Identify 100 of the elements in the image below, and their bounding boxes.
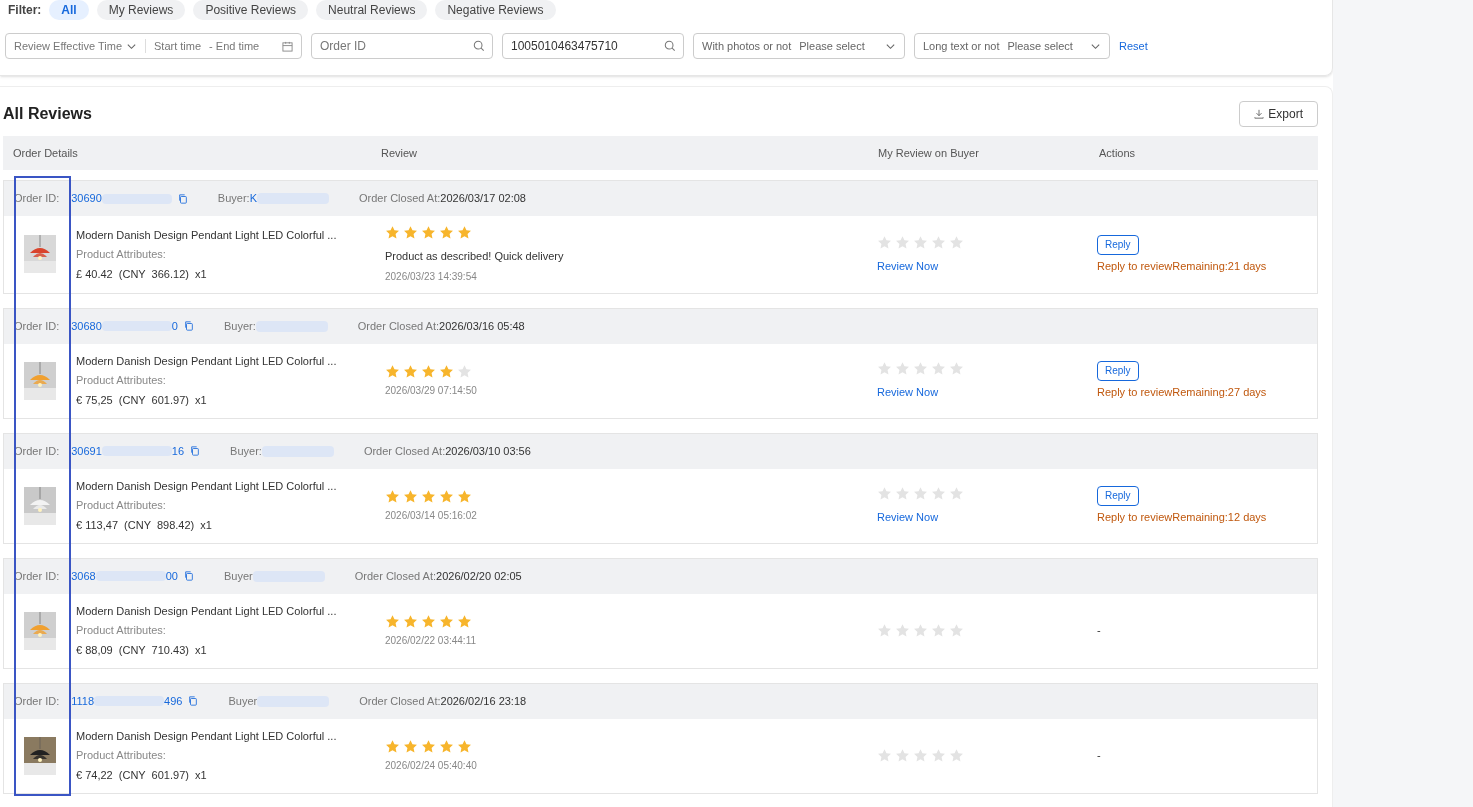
star-icon [877, 623, 892, 638]
closed-label: Order Closed At: [358, 192, 441, 205]
review-time: 2026/03/29 07:14:50 [385, 383, 478, 398]
star-icon [457, 225, 472, 240]
review-time: 2026/02/24 05:40:40 [385, 758, 478, 773]
star-icon [913, 234, 928, 250]
search-icon [473, 40, 485, 52]
order-id[interactable]: 30680 [71, 317, 102, 335]
section-title: All Reviews [3, 104, 92, 124]
filter-chip[interactable]: Neutral Reviews [316, 0, 428, 20]
star-icon [403, 738, 418, 754]
star-icon [457, 363, 472, 379]
product-title[interactable]: Modern Danish Design Pendant Light LED Colorful ... [76, 352, 337, 370]
reply-button[interactable]: Reply [1097, 360, 1139, 381]
product-id-field[interactable]: 1005010463475710 [502, 33, 684, 59]
closed-time: 2026/02/20 02:05 [436, 569, 522, 582]
star-icon [421, 225, 436, 240]
price: £ 40.42 (CNY 366.12) x1 [76, 266, 208, 282]
copy-icon[interactable] [188, 696, 199, 706]
reply-button[interactable]: Reply [1097, 234, 1139, 255]
order-id[interactable]: 00 [165, 567, 178, 585]
order-id[interactable]: 0 [171, 317, 178, 335]
product-attributes: Product Attributes: [76, 247, 167, 262]
filter-chip[interactable]: My Reviews [96, 0, 186, 20]
star-icon [949, 485, 964, 501]
calendar-icon [282, 40, 293, 52]
star-icon [457, 613, 472, 629]
order-id[interactable]: 3068 [71, 567, 96, 585]
reply-button[interactable]: Reply [1097, 485, 1139, 506]
filter-chip[interactable]: Negative Reviews [435, 0, 556, 20]
star-icon [421, 363, 436, 379]
date-range-field[interactable]: Review Effective Time Start time - End time [5, 33, 302, 59]
star-icon [949, 360, 964, 376]
review-text: Product as described! Quick delivery [385, 249, 565, 264]
photos-select[interactable]: With photos or not Please select [693, 33, 905, 59]
star-icon [949, 623, 964, 638]
star-icon [457, 488, 472, 504]
buyer-label: Buyer: [223, 318, 256, 334]
order-id[interactable]: 1118 [71, 692, 95, 710]
filter-chip[interactable]: Positive Reviews [193, 0, 309, 20]
product-title[interactable]: Modern Danish Design Pendant Light LED Colorful ... [76, 727, 337, 745]
closed-label: Order Closed At: [357, 319, 440, 332]
closed-time: 2026/03/16 05:48 [439, 319, 525, 332]
column-header: My Review on Buyer [877, 145, 980, 161]
product-attributes: Product Attributes: [76, 373, 167, 389]
filter-chip[interactable]: All [49, 0, 89, 20]
star-icon [895, 485, 910, 501]
review-time: 2026/03/23 14:39:54 [385, 269, 478, 284]
star-icon [439, 363, 454, 379]
long-text-select[interactable]: Long text or not Please select [914, 33, 1110, 59]
export-button[interactable]: Export [1239, 101, 1318, 127]
reply-deadline: Reply to reviewRemaining:21 days [1097, 258, 1267, 274]
star-icon [931, 623, 946, 638]
price: € 113,47 (CNY 898.42) x1 [76, 517, 213, 533]
star-icon [403, 613, 418, 629]
star-icon [913, 748, 928, 763]
star-icon [931, 234, 946, 250]
star-icon [895, 360, 910, 376]
star-icon [421, 488, 436, 504]
reset-link[interactable]: Reset [1119, 37, 1148, 55]
order-id[interactable]: 30691 [71, 442, 102, 460]
column-header: Review [380, 145, 419, 161]
star-icon [877, 234, 892, 250]
empty-action: - [1097, 623, 1101, 639]
product-title[interactable]: Modern Danish Design Pendant Light LED Colorful ... [76, 602, 337, 620]
star-icon [931, 485, 946, 501]
review-time: 2026/02/22 03:44:11 [385, 633, 477, 648]
star-icon [931, 360, 946, 376]
star-icon [895, 748, 910, 763]
closed-time: 2026/03/10 03:56 [445, 444, 531, 457]
buyer-label: Buyer: [217, 191, 250, 207]
review-now-link[interactable]: Review Now [877, 508, 1088, 526]
product-title[interactable]: Modern Danish Design Pendant Light LED Colorful ... [76, 226, 337, 243]
buyer-label: Buyer [223, 568, 253, 584]
order-id[interactable]: 30690 [71, 190, 102, 207]
star-icon [385, 225, 400, 240]
copy-icon[interactable] [183, 571, 194, 581]
empty-action: - [1097, 748, 1101, 764]
star-icon [457, 738, 472, 754]
star-icon [877, 360, 892, 376]
copy-icon[interactable] [177, 193, 188, 204]
order-id[interactable]: 16 [171, 442, 185, 460]
closed-label: Order Closed At: [354, 569, 437, 582]
star-icon [895, 623, 910, 638]
product-title[interactable]: Modern Danish Design Pendant Light LED Colorful ... [76, 477, 337, 495]
order-id[interactable]: 496 [164, 692, 183, 710]
review-now-link[interactable]: Review Now [877, 257, 1088, 274]
buyer-name[interactable]: K [249, 190, 257, 207]
search-icon [664, 40, 676, 52]
copy-icon[interactable] [190, 446, 201, 456]
order-id-field[interactable]: Order ID [311, 33, 493, 59]
star-icon [439, 488, 454, 504]
review-now-link[interactable]: Review Now [877, 383, 1088, 401]
closed-time: 2026/02/16 23:18 [440, 694, 527, 707]
star-icon [385, 613, 400, 629]
product-attributes: Product Attributes: [76, 623, 167, 639]
star-icon [439, 225, 454, 240]
copy-icon[interactable] [183, 321, 194, 331]
download-icon [1254, 109, 1265, 119]
star-icon [403, 225, 418, 240]
